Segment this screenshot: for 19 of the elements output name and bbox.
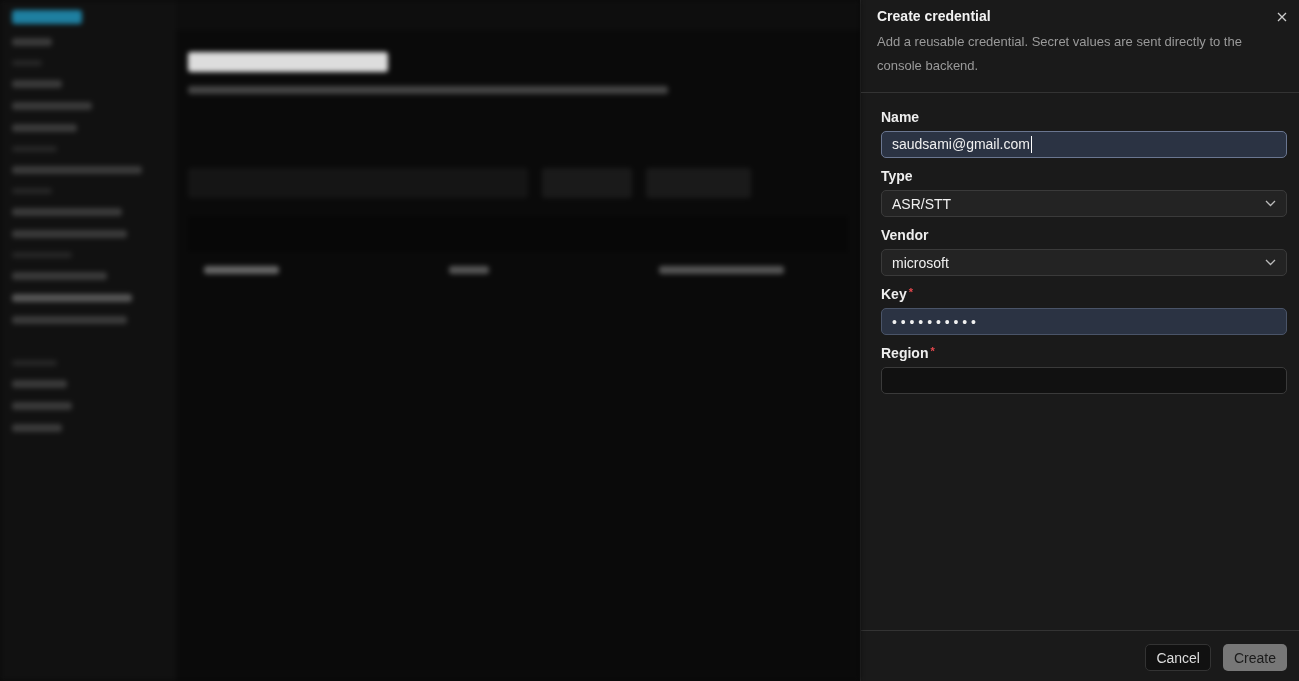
chevron-down-icon [1265,200,1276,207]
field-label: Region* [881,345,935,361]
cancel-button[interactable]: Cancel [1145,644,1211,671]
panel-description: Add a reusable credential. Secret values are sent directly to the console backend. [877,33,1243,75]
field-label: Vendor [881,227,929,243]
panel-title: Create credential [877,8,992,24]
field-label: Name [881,109,920,125]
required-mark: * [930,345,935,357]
required-mark: * [908,286,913,298]
chevron-down-icon [1265,259,1276,266]
close-button[interactable] [1275,10,1289,24]
input-field[interactable]: saudsami@gmail.com [881,131,1287,158]
input-field[interactable]: • • • • • • • • • • [881,308,1287,335]
field-label: Key* [881,286,913,302]
select-field[interactable]: microsoft [881,249,1287,276]
input-field[interactable] [881,367,1287,394]
close-icon [1277,12,1287,22]
field-label: Type [881,168,913,184]
select-field[interactable]: ASR/STT [881,190,1287,217]
